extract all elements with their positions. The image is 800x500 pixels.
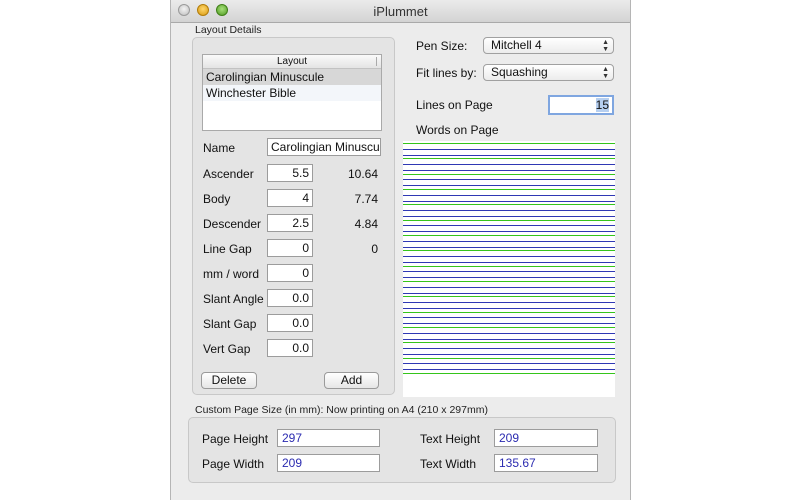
title-bar: iPlummet xyxy=(171,0,630,23)
slant-angle-label: Slant Angle xyxy=(203,292,264,306)
text-width-field[interactable]: 135.67 xyxy=(494,454,598,472)
vert-gap-label: Vert Gap xyxy=(203,342,251,356)
list-item-label: Winchester Bible xyxy=(206,86,297,100)
line-gap-label: Line Gap xyxy=(203,242,252,256)
ruled-lines-preview xyxy=(403,143,615,374)
slant-angle-field[interactable]: 0.0 xyxy=(267,289,313,307)
text-height-field[interactable]: 209 xyxy=(494,429,598,447)
text-height-label: Text Height xyxy=(420,432,481,446)
add-button[interactable]: Add xyxy=(324,372,379,389)
column-separator xyxy=(376,57,377,66)
window-title: iPlummet xyxy=(373,4,428,19)
page-width-label: Page Width xyxy=(202,457,265,471)
name-field[interactable]: Carolingian Minuscule xyxy=(267,138,381,156)
list-item-label: Carolingian Minuscule xyxy=(206,70,325,84)
ascender-computed: 10.64 xyxy=(347,167,378,181)
lines-on-page-label: Lines on Page xyxy=(416,98,493,112)
vert-gap-field[interactable]: 0.0 xyxy=(267,339,313,357)
mm-per-word-field[interactable]: 0 xyxy=(267,264,313,282)
popup-arrows-icon: ▲ ▼ xyxy=(602,39,609,53)
page-height-label: Page Height xyxy=(202,432,269,446)
name-label: Name xyxy=(203,141,236,155)
fit-lines-select[interactable]: Squashing ▲ ▼ xyxy=(483,64,614,81)
body-computed: 7.74 xyxy=(354,192,378,206)
line-gap-field[interactable]: 0 xyxy=(267,239,313,257)
app-window: iPlummet Layout Details Layout Carolingi… xyxy=(170,0,631,500)
layout-list[interactable]: Layout Carolingian Minuscule Winchester … xyxy=(202,54,382,131)
custom-page-group xyxy=(188,417,616,483)
descender-field[interactable]: 2.5 xyxy=(267,214,313,232)
slant-gap-field[interactable]: 0.0 xyxy=(267,314,313,332)
line-gap-computed: 0 xyxy=(371,242,378,256)
text-width-label: Text Width xyxy=(420,457,477,471)
ascender-label: Ascender xyxy=(203,167,254,181)
layout-list-header[interactable]: Layout xyxy=(203,55,381,69)
pen-size-select[interactable]: Mitchell 4 ▲ ▼ xyxy=(483,37,614,54)
layout-column-label: Layout xyxy=(276,56,308,67)
words-on-page-label: Words on Page xyxy=(416,123,499,137)
fit-lines-label: Fit lines by: xyxy=(416,66,477,80)
page-width-field[interactable]: 209 xyxy=(277,454,380,472)
lines-on-page-field[interactable]: 15 xyxy=(548,95,614,115)
custom-page-size-label: Custom Page Size (in mm): Now printing o… xyxy=(195,404,488,416)
list-item-carolingian[interactable]: Carolingian Minuscule xyxy=(203,69,381,85)
layout-details-label: Layout Details xyxy=(195,24,262,36)
ascender-field[interactable]: 5.5 xyxy=(267,164,313,182)
descender-label: Descender xyxy=(203,217,262,231)
lines-on-page-value: 15 xyxy=(595,98,609,112)
popup-arrows-icon: ▲ ▼ xyxy=(602,66,609,80)
page-height-field[interactable]: 297 xyxy=(277,429,380,447)
delete-button[interactable]: Delete xyxy=(201,372,257,389)
body-label: Body xyxy=(203,192,231,206)
body-field[interactable]: 4 xyxy=(267,189,313,207)
pen-size-value: Mitchell 4 xyxy=(491,38,542,52)
descender-computed: 4.84 xyxy=(354,217,378,231)
pen-size-label: Pen Size: xyxy=(416,39,468,53)
list-item-winchester[interactable]: Winchester Bible xyxy=(203,85,381,101)
page-preview xyxy=(403,141,615,397)
mm-per-word-label: mm / word xyxy=(203,267,260,281)
fit-lines-value: Squashing xyxy=(491,65,548,79)
slant-gap-label: Slant Gap xyxy=(203,317,257,331)
